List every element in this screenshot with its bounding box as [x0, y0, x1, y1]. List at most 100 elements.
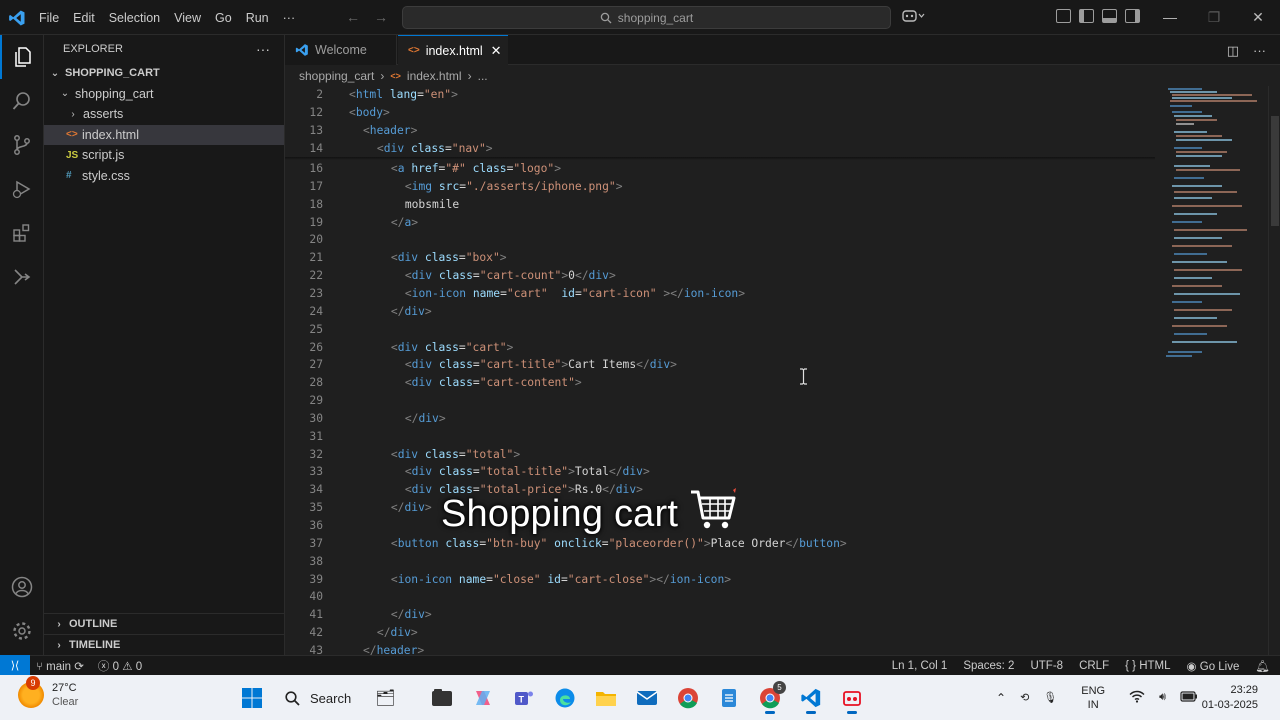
minimap[interactable] [1162, 86, 1266, 366]
code-line[interactable]: 24 </div> [285, 303, 1155, 321]
code-line[interactable]: 27 <div class="cart-title">Cart Items</di… [285, 356, 1155, 374]
toggle-panel-icon[interactable] [1102, 9, 1117, 23]
extensions-icon[interactable] [0, 211, 44, 255]
chrome-profile-icon[interactable]: 5 [754, 681, 786, 714]
language-mode[interactable]: { } HTML [1125, 660, 1170, 672]
menu-edit[interactable]: Edit [66, 11, 102, 25]
code-line[interactable]: 30 </div> [285, 410, 1155, 428]
code-line[interactable]: 16 <a href="#" class="logo"> [285, 160, 1155, 178]
menu-run[interactable]: Run [239, 11, 276, 25]
accounts-icon[interactable] [0, 565, 44, 609]
problems-indicator[interactable]: ⓧ 0 ⚠ 0 [98, 658, 142, 674]
cursor-position[interactable]: Ln 1, Col 1 [892, 660, 948, 672]
battery-icon[interactable] [1180, 690, 1198, 705]
edge-browser-icon[interactable] [549, 682, 581, 714]
tree-item-index-html[interactable]: <> index.html [44, 124, 284, 145]
code-line[interactable]: 32 <div class="total"> [285, 446, 1155, 464]
code-line[interactable]: 26 <div class="cart"> [285, 339, 1155, 357]
code-line[interactable]: 43 </header> [285, 642, 1155, 655]
customize-layout-icon[interactable] [1056, 9, 1071, 23]
back-arrow-icon[interactable]: ← [346, 9, 360, 25]
code-line[interactable]: 12 <body> [285, 104, 1155, 122]
notepad-icon[interactable] [713, 682, 745, 714]
copilot-icon[interactable] [902, 9, 926, 26]
line-ending[interactable]: CRLF [1079, 660, 1109, 672]
taskbar-search[interactable]: Search 🗂︎ [277, 682, 417, 714]
branch-indicator[interactable]: ⑂ main ⟳ [36, 659, 84, 673]
start-windows-icon[interactable] [236, 682, 268, 714]
workspace-section[interactable]: ⌄ SHOPPING_CART [44, 63, 284, 84]
timeline-section[interactable]: › TIMELINE [44, 634, 285, 655]
file-explorer-icon[interactable] [426, 682, 458, 714]
close-window-icon[interactable]: ✕ [1236, 0, 1280, 35]
code-line[interactable]: 20 [285, 231, 1155, 249]
menu-selection[interactable]: Selection [102, 11, 167, 25]
explorer-icon[interactable] [0, 35, 44, 79]
code-line[interactable]: 17 <img src="./asserts/iphone.png"> [285, 178, 1155, 196]
code-line[interactable]: 19 </a> [285, 214, 1155, 232]
breadcrumb-folder[interactable]: shopping_cart [299, 69, 374, 83]
run-debug-icon[interactable] [0, 167, 44, 211]
copilot-app-icon[interactable] [467, 682, 499, 714]
remote-indicator-icon[interactable]: ⟩⟨ [0, 655, 30, 676]
notifications-bell-icon[interactable]: 🔔︎ [1255, 659, 1270, 673]
search-icon[interactable] [0, 79, 44, 123]
code-line[interactable]: 23 <ion-icon name="cart" id="cart-icon" >… [285, 285, 1155, 303]
volume-icon[interactable]: 🔊︎ [1159, 691, 1166, 704]
chevron-up-icon[interactable]: ⌃ [996, 691, 1006, 705]
menu-go[interactable]: Go [208, 11, 239, 25]
code-line[interactable]: 37 <button class="btn-buy" onclick="place… [285, 535, 1155, 553]
sync-icon[interactable]: ⟳ [74, 661, 84, 673]
teams-icon[interactable]: T [508, 682, 540, 714]
vscode-taskbar-icon[interactable] [795, 682, 827, 714]
system-clock[interactable]: 23:29 01-03-2025 [1202, 683, 1258, 713]
testing-flask-icon[interactable] [0, 255, 44, 299]
snipping-tool-icon[interactable] [836, 682, 868, 714]
code-line[interactable]: 21 <div class="box"> [285, 249, 1155, 267]
weather-widget[interactable]: 9 27°C Clear [18, 676, 78, 709]
code-line[interactable]: 18 mobsmile [285, 196, 1155, 214]
breadcrumb-file[interactable]: index.html [407, 69, 462, 83]
toggle-secondary-sidebar-icon[interactable] [1125, 9, 1140, 23]
go-live-button[interactable]: ◉ Go Live [1187, 659, 1240, 673]
code-line[interactable]: 42 </div> [285, 624, 1155, 642]
tab-index-html[interactable]: <> index.html ✕ [398, 35, 508, 65]
outline-section[interactable]: › OUTLINE [44, 613, 285, 634]
code-line[interactable]: 39 <ion-icon name="close" id="cart-close"… [285, 571, 1155, 589]
microphone-icon[interactable]: 🎙︎ [1043, 691, 1057, 704]
settings-gear-icon[interactable] [0, 609, 44, 653]
forward-arrow-icon[interactable]: → [374, 9, 388, 25]
menu-file[interactable]: File [32, 11, 66, 25]
code-line[interactable]: 22 <div class="cart-count">0</div> [285, 267, 1155, 285]
encoding[interactable]: UTF-8 [1030, 660, 1063, 672]
code-line[interactable]: 33 <div class="total-title">Total</div> [285, 463, 1155, 481]
tree-item-style-css[interactable]: # style.css [44, 166, 284, 187]
code-editor[interactable]: 16 <a href="#" class="logo"> 17 <img src=".… [285, 86, 1280, 655]
language-indicator[interactable]: ENG IN [1081, 684, 1105, 712]
code-line[interactable]: 25 [285, 321, 1155, 339]
source-control-icon[interactable] [0, 123, 44, 167]
command-center-search[interactable]: shopping_cart [402, 6, 891, 29]
explorer-more-icon[interactable]: ··· [256, 41, 270, 57]
code-line[interactable]: 31 [285, 428, 1155, 446]
chrome-icon[interactable] [672, 682, 704, 714]
menu-more[interactable]: ··· [276, 11, 303, 25]
code-line[interactable]: 13 <header> [285, 122, 1155, 140]
sync-tray-icon[interactable]: ⟲ [1020, 691, 1029, 704]
tree-item-script-js[interactable]: JS script.js [44, 145, 284, 166]
vertical-scrollbar[interactable] [1268, 86, 1280, 655]
mail-icon[interactable] [631, 682, 663, 714]
split-editor-icon[interactable]: ◫ [1227, 43, 1239, 59]
tree-folder-shopping-cart[interactable]: ⌄ shopping_cart [44, 84, 284, 105]
code-line[interactable]: 29 [285, 392, 1155, 410]
menu-view[interactable]: View [167, 11, 208, 25]
tree-item-asserts[interactable]: › asserts [44, 104, 284, 125]
file-manager-folder-icon[interactable] [590, 682, 622, 714]
toggle-primary-sidebar-icon[interactable] [1079, 9, 1094, 23]
breadcrumb-more[interactable]: ... [478, 69, 488, 83]
code-line[interactable]: 2 <html lang="en"> [285, 86, 1155, 104]
code-line[interactable]: 40 [285, 588, 1155, 606]
code-line[interactable]: 28 <div class="cart-content"> [285, 374, 1155, 392]
close-tab-icon[interactable]: ✕ [491, 43, 502, 59]
code-line[interactable]: 41 </div> [285, 606, 1155, 624]
